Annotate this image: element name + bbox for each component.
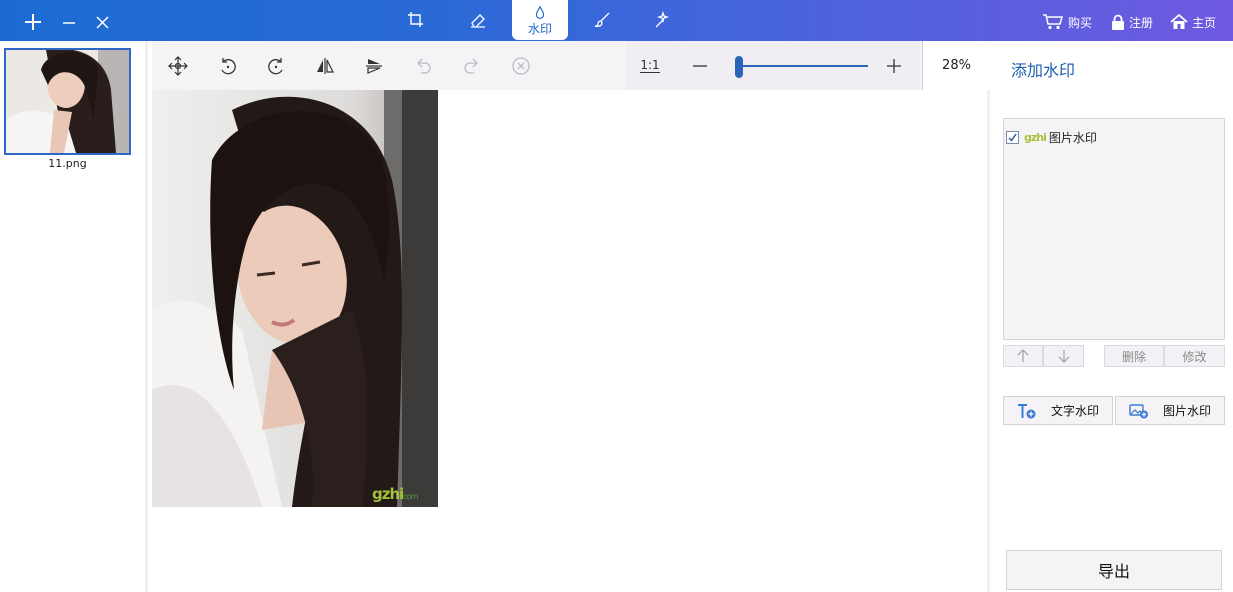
thumbnail-panel: 11.png <box>0 41 148 592</box>
image-canvas[interactable]: gzhicom <box>152 90 990 592</box>
minus-icon <box>693 64 707 67</box>
tab-crop[interactable] <box>388 0 444 40</box>
home-icon <box>1170 14 1188 29</box>
delete-button[interactable]: 删除 <box>1104 345 1164 367</box>
eraser-icon <box>471 14 485 28</box>
export-button[interactable]: 导出 <box>1006 550 1222 590</box>
crop-icon <box>408 12 423 27</box>
rotate-right-icon <box>268 57 283 74</box>
tab-erase[interactable] <box>450 0 506 40</box>
watermark-panel: 添加水印 gzhi 图片水印 删除 修改 文字水印 图片水印 导出 <box>993 41 1233 592</box>
minimize-button[interactable] <box>59 12 79 32</box>
thumbnail-filename: 11.png <box>48 157 87 170</box>
photo-watermark-suffix: com <box>403 492 418 501</box>
edited-photo[interactable]: gzhicom <box>152 90 438 507</box>
image-toolbar: 1:1 28% <box>152 41 990 90</box>
flip-vertical-button[interactable] <box>351 41 397 90</box>
thumbnail-image[interactable] <box>4 48 131 155</box>
watermark-item-label: 图片水印 <box>1048 130 1097 145</box>
home-label: 主页 <box>1192 15 1217 30</box>
flip-horizontal-button[interactable] <box>302 41 348 90</box>
buy-link[interactable]: 购买 <box>1042 13 1092 31</box>
add-text-watermark-label: 文字水印 <box>1050 404 1099 418</box>
add-text-watermark-button[interactable]: 文字水印 <box>1003 396 1113 425</box>
watermark-checkbox[interactable] <box>1006 130 1019 144</box>
close-button[interactable] <box>93 12 113 32</box>
register-link[interactable]: 注册 <box>1111 13 1153 31</box>
tab-brush[interactable] <box>574 0 630 40</box>
cancel-button[interactable] <box>498 41 544 90</box>
undo-button[interactable] <box>400 41 446 90</box>
minus-icon <box>63 22 75 24</box>
watermark-editor-app: 水印 购买 注册 主页 11.png 1:1 28% gzhicom 添加水印 … <box>0 0 1233 592</box>
zoom-percent: 28% <box>922 41 990 90</box>
zoom-in-button[interactable] <box>871 41 917 90</box>
arrow-up-icon <box>1017 349 1029 362</box>
actual-size-button[interactable]: 1:1 <box>627 41 673 90</box>
move-up-button[interactable] <box>1003 345 1043 367</box>
drop-icon <box>535 4 545 19</box>
photo-watermark-text: gzhi <box>372 485 404 503</box>
register-label: 注册 <box>1129 15 1154 30</box>
add-image-watermark-button[interactable]: 图片水印 <box>1115 396 1225 425</box>
list-item[interactable]: gzhi 图片水印 <box>1006 129 1097 145</box>
edit-button[interactable]: 修改 <box>1164 345 1225 367</box>
rotate-left-button[interactable] <box>205 41 251 90</box>
rotate-left-icon <box>221 57 236 74</box>
panel-title: 添加水印 <box>1011 61 1076 80</box>
undo-icon <box>417 58 431 74</box>
buy-label: 购买 <box>1068 15 1093 30</box>
check-icon <box>1008 133 1017 142</box>
move-button[interactable] <box>155 41 201 90</box>
cancel-icon <box>512 56 530 75</box>
redo-icon <box>464 58 478 74</box>
tab-magic[interactable] <box>634 0 690 40</box>
watermark-logo: gzhi <box>1024 130 1047 144</box>
title-bar: 水印 购买 注册 主页 <box>0 0 1233 41</box>
thumbnail-photo <box>6 50 129 153</box>
close-icon <box>96 16 109 29</box>
photo-watermark: gzhicom <box>372 485 418 503</box>
add-file-button[interactable] <box>23 12 43 32</box>
flip-vertical-icon <box>366 58 382 74</box>
move-icon <box>168 55 188 76</box>
add-image-watermark-label: 图片水印 <box>1162 404 1211 418</box>
photo-image <box>152 90 438 507</box>
actual-size-label: 1:1 <box>640 58 660 73</box>
image-add-icon <box>1129 403 1148 418</box>
plus-icon <box>887 58 901 73</box>
rotate-right-button[interactable] <box>253 41 299 90</box>
zoom-out-button[interactable] <box>677 41 723 90</box>
home-link[interactable]: 主页 <box>1170 13 1216 31</box>
arrow-down-icon <box>1058 350 1069 363</box>
zoom-slider-track[interactable] <box>735 65 868 67</box>
flip-horizontal-icon <box>317 57 334 74</box>
lock-icon <box>1112 14 1124 30</box>
plus-icon <box>25 14 41 30</box>
move-down-button[interactable] <box>1043 345 1084 367</box>
tab-watermark[interactable]: 水印 <box>512 0 568 40</box>
redo-button[interactable] <box>449 41 495 90</box>
tab-watermark-label: 水印 <box>527 21 552 36</box>
watermark-list: gzhi 图片水印 <box>1003 118 1225 340</box>
wand-icon <box>655 11 670 28</box>
zoom-slider-thumb[interactable] <box>734 56 743 78</box>
brush-icon <box>594 12 610 28</box>
cart-icon <box>1043 14 1063 30</box>
text-add-icon <box>1017 403 1036 418</box>
